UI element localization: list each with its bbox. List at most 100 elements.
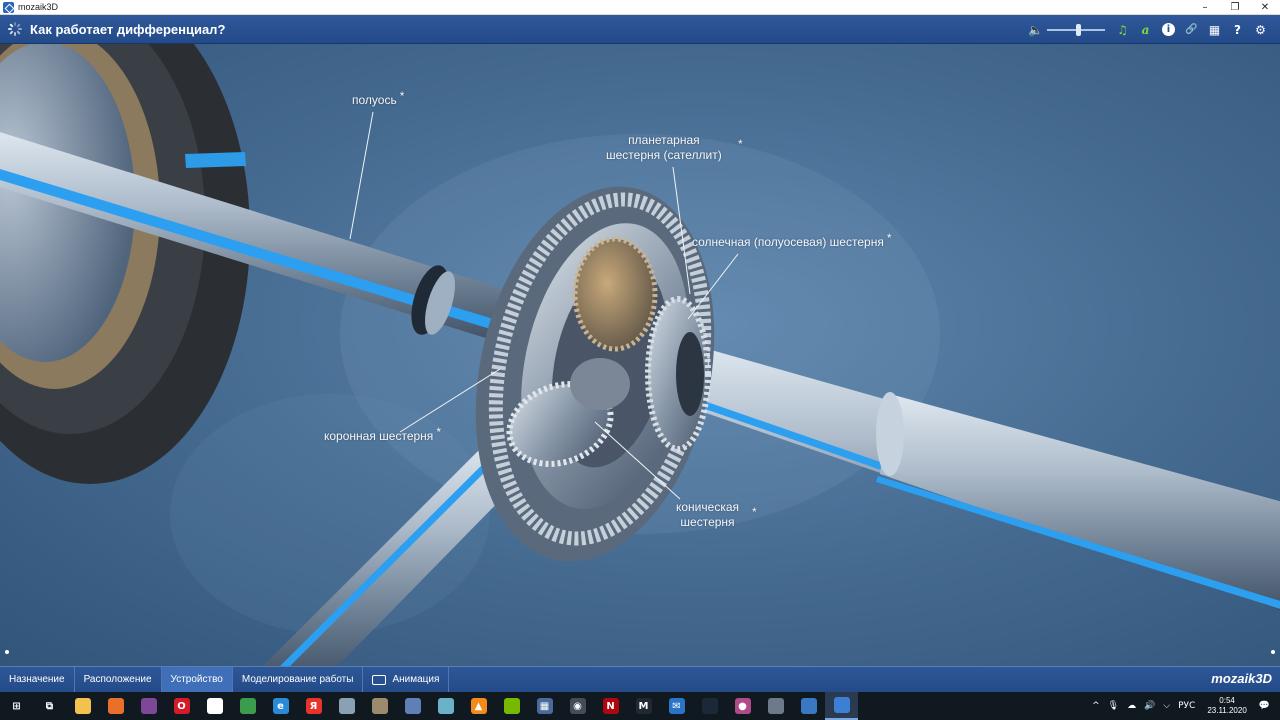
- scene-edge-dot-right: [1271, 650, 1275, 654]
- brand-logo: mozaik3D: [1211, 671, 1272, 686]
- link-icon[interactable]: 🔗: [1180, 15, 1203, 44]
- volume-knob[interactable]: [1076, 24, 1082, 36]
- opera-icon[interactable]: O: [165, 692, 198, 720]
- clock[interactable]: 0:54 23.11.2020: [1199, 696, 1254, 716]
- edge-icon[interactable]: e: [264, 692, 297, 720]
- label-pinion-gear[interactable]: коническая шестерня: [676, 500, 739, 530]
- clock-time: 0:54: [1219, 696, 1235, 705]
- sun-gear: [645, 296, 711, 452]
- text-labels-icon[interactable]: a: [1134, 15, 1157, 44]
- drop-icon-glyph: ●: [734, 698, 751, 714]
- windows-start-icon-glyph: ⊞: [12, 700, 21, 712]
- tray-chevron-icon[interactable]: ^: [1088, 701, 1104, 711]
- help-icon[interactable]: ?: [1226, 15, 1249, 44]
- windows-start-icon[interactable]: ⊞: [0, 692, 33, 720]
- calculator-icon[interactable]: ▦: [528, 692, 561, 720]
- network-icon[interactable]: ☁: [1123, 701, 1140, 711]
- edge-icon-glyph: e: [272, 698, 289, 714]
- language-indicator[interactable]: РУС: [1174, 701, 1199, 711]
- close-button[interactable]: ✕: [1250, 0, 1280, 15]
- mail-icon-glyph: ✉: [668, 698, 685, 714]
- bottom-tab-bar: Назначение Расположение Устройство Модел…: [0, 666, 1280, 692]
- camera-icon-glyph: ◉: [569, 698, 586, 714]
- label-ring-gear-text: коронная шестерня: [324, 429, 434, 443]
- firefox-icon-glyph: [107, 698, 124, 714]
- label-star[interactable]: *: [436, 425, 441, 439]
- label-star[interactable]: *: [887, 231, 892, 245]
- loading-spinner-icon: [8, 22, 22, 36]
- mail-icon[interactable]: ✉: [660, 692, 693, 720]
- label-star[interactable]: *: [400, 89, 405, 103]
- file-explorer-icon-glyph: [74, 698, 91, 714]
- file-explorer-icon[interactable]: [66, 692, 99, 720]
- app-icon-5[interactable]: [759, 692, 792, 720]
- volume-slider[interactable]: [1047, 15, 1105, 44]
- notifications-icon[interactable]: 💬: [1255, 701, 1280, 711]
- label-sun-gear[interactable]: солнечная (полуосевая) шестерня *: [692, 231, 892, 250]
- app-icon-3[interactable]: [396, 692, 429, 720]
- windows-taskbar: ⊞ ⧉ O Ye Я ▲ ▦ ◉ N M ✉ ● ^ 🎙 ☁ 🔊 ⌵ РУС 0:54 23.11.2…: [0, 692, 1280, 720]
- app-icon-2[interactable]: [363, 692, 396, 720]
- gmail-icon[interactable]: M: [627, 692, 660, 720]
- settings-gear-icon[interactable]: ⚙: [1249, 15, 1272, 44]
- camera-icon[interactable]: ◉: [561, 692, 594, 720]
- tab-purpose[interactable]: Назначение: [0, 667, 75, 692]
- window-title: mozaik3D: [18, 2, 59, 12]
- vlc-icon-glyph: ▲: [470, 698, 487, 714]
- microphone-icon[interactable]: 🎙: [1104, 701, 1123, 711]
- volume-icon[interactable]: 🔊: [1140, 701, 1159, 711]
- task-view-icon-glyph: ⧉: [45, 700, 54, 712]
- label-planet-gear[interactable]: планетарная шестерня (сателлит): [606, 133, 722, 163]
- info-icon[interactable]: i: [1157, 15, 1180, 44]
- tab-simulation[interactable]: Моделирование работы: [233, 667, 364, 692]
- wifi-icon[interactable]: ⌵: [1159, 701, 1174, 711]
- label-planet-gear-line2: шестерня (сателлит): [606, 148, 722, 162]
- grid-icon[interactable]: ▦: [1203, 15, 1226, 44]
- tab-label: Назначение: [9, 674, 65, 685]
- chrome-icon[interactable]: [231, 692, 264, 720]
- differential-3d-scene[interactable]: полуось * планетарная шестерня (сателлит)…: [0, 44, 1280, 666]
- info-glyph: i: [1162, 23, 1175, 36]
- tor-browser-icon[interactable]: [132, 692, 165, 720]
- steam-icon-glyph: [701, 698, 718, 714]
- store-icon-glyph: [800, 698, 817, 714]
- app-icon-1[interactable]: [330, 692, 363, 720]
- app-icon-2-glyph: [371, 698, 388, 714]
- netflix-icon[interactable]: N: [594, 692, 627, 720]
- yandex-icon-glyph: Я: [305, 698, 322, 714]
- task-view-icon[interactable]: ⧉: [33, 692, 66, 720]
- minimize-button[interactable]: –: [1190, 0, 1220, 15]
- header-toolbar: 🔈 ♫ a i 🔗 ▦ ? ⚙: [1024, 15, 1272, 44]
- window-controls: – ❐ ✕: [1190, 0, 1280, 15]
- label-half-shaft-text: полуось: [352, 93, 397, 107]
- music-icon[interactable]: ♫: [1111, 15, 1134, 44]
- nvidia-icon[interactable]: [495, 692, 528, 720]
- yandex-icon[interactable]: Я: [297, 692, 330, 720]
- yandex-browser-icon[interactable]: Y: [198, 692, 231, 720]
- store-icon[interactable]: [792, 692, 825, 720]
- tv-icon: [372, 674, 387, 685]
- steam-icon[interactable]: [693, 692, 726, 720]
- app-icon-4[interactable]: [429, 692, 462, 720]
- vlc-icon[interactable]: ▲: [462, 692, 495, 720]
- label-star[interactable]: *: [738, 137, 743, 152]
- wheel: [0, 44, 250, 484]
- mozaik-icon[interactable]: [825, 692, 858, 720]
- window-titlebar: mozaik3D – ❐ ✕: [0, 0, 1280, 15]
- label-half-shaft[interactable]: полуось *: [352, 89, 404, 108]
- system-tray: ^ 🎙 ☁ 🔊 ⌵ РУС 0:54 23.11.2020 💬: [1088, 692, 1280, 720]
- maximize-button[interactable]: ❐: [1220, 0, 1250, 15]
- tab-animation[interactable]: Анимация: [363, 667, 450, 692]
- label-star[interactable]: *: [752, 505, 757, 520]
- tab-label: Устройство: [170, 674, 223, 685]
- app-icon-5-glyph: [767, 698, 784, 714]
- drop-icon[interactable]: ●: [726, 692, 759, 720]
- speaker-icon[interactable]: 🔈: [1024, 15, 1047, 44]
- firefox-icon[interactable]: [99, 692, 132, 720]
- calculator-icon-glyph: ▦: [536, 698, 553, 714]
- mozaik-icon-glyph: [833, 697, 850, 713]
- tab-structure[interactable]: Устройство: [161, 667, 233, 692]
- tab-label: Расположение: [83, 674, 152, 685]
- label-ring-gear[interactable]: коронная шестерня *: [324, 425, 441, 444]
- tab-location[interactable]: Расположение: [75, 667, 162, 692]
